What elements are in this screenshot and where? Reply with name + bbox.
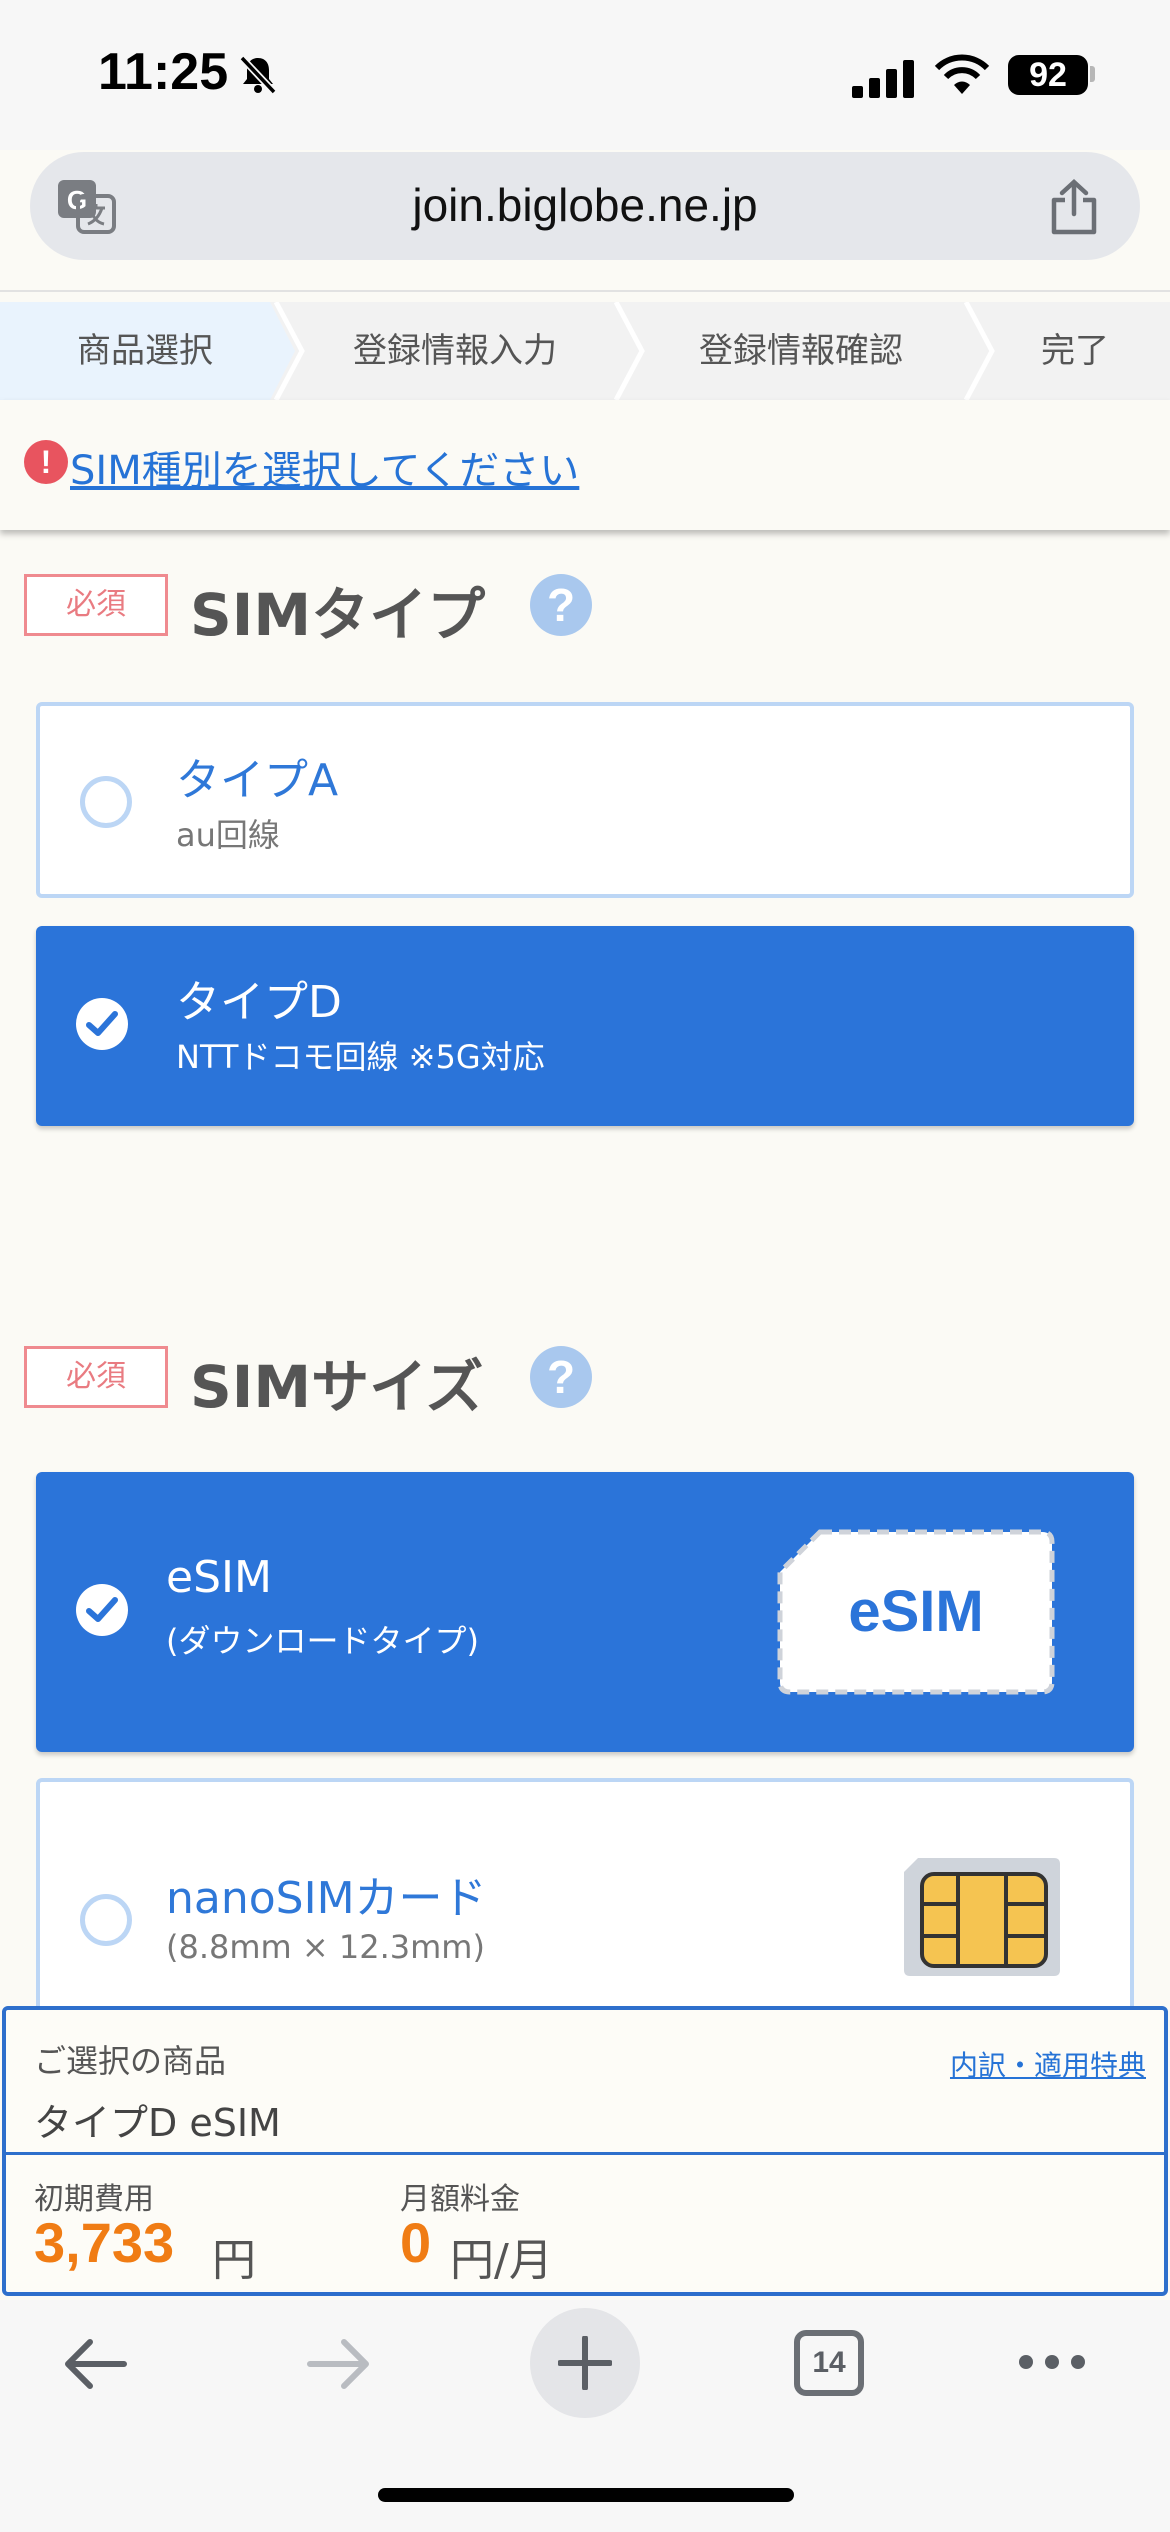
option-title: eSIM <box>166 1552 272 1603</box>
summary-label: ご選択の商品 <box>34 2042 227 2080</box>
step-product-select: 商品選択 <box>77 331 213 371</box>
bell-slash-icon <box>239 55 277 95</box>
required-badge: 必須 <box>24 574 168 636</box>
status-bar: 11:25 92 G join.biglobe.ne.jp <box>0 0 1170 260</box>
share-icon[interactable] <box>1048 178 1100 236</box>
selected-product: タイプD eSIM <box>34 2101 281 2145</box>
step-registration-confirm: 登録情報確認 <box>699 331 903 371</box>
home-indicator <box>378 2488 794 2502</box>
divider <box>0 290 1170 292</box>
step-registration-input: 登録情報入力 <box>353 331 557 371</box>
tabs-button[interactable]: 14 <box>794 2330 864 2396</box>
required-badge: 必須 <box>24 1346 168 1408</box>
error-link[interactable]: SIM種別を選択してください <box>70 438 579 496</box>
help-icon[interactable]: ? <box>530 574 592 636</box>
divider <box>6 2152 1164 2155</box>
option-subtitle: au回線 <box>176 816 280 854</box>
sim-chip-icon <box>904 1858 1060 1976</box>
option-title: タイプD <box>176 977 342 1028</box>
url-text[interactable]: join.biglobe.ne.jp <box>30 178 1140 232</box>
option-title: タイプA <box>176 755 339 806</box>
battery-indicator: 92 <box>1008 55 1088 95</box>
battery-tip <box>1090 66 1095 82</box>
sim-size-title: SIMサイズ <box>190 1353 484 1421</box>
back-arrow-icon[interactable] <box>60 2334 130 2394</box>
error-banner: ! SIM種別を選択してください <box>0 400 1170 530</box>
radio-checked-icon[interactable] <box>76 1584 128 1636</box>
option-esim[interactable]: eSIM (ダウンロードタイプ) eSIM <box>36 1472 1134 1752</box>
step-chevron <box>963 302 995 400</box>
option-subtitle: (8.8mm × 12.3mm) <box>166 1928 485 1966</box>
option-type-d[interactable]: タイプD NTTドコモ回線 ※5G対応 <box>36 926 1134 1126</box>
help-icon[interactable]: ? <box>530 1346 592 1408</box>
sim-type-title: SIMタイプ <box>190 581 486 649</box>
option-nanosim[interactable]: nanoSIMカード (8.8mm × 12.3mm) <box>36 1778 1134 2018</box>
wifi-icon <box>934 54 990 94</box>
error-icon: ! <box>24 440 68 484</box>
address-bar[interactable]: G join.biglobe.ne.jp <box>30 152 1140 260</box>
esim-label: eSIM <box>848 1579 984 1644</box>
initial-fee-unit: 円 <box>212 2235 256 2286</box>
new-tab-button[interactable] <box>530 2308 640 2418</box>
option-subtitle: (ダウンロードタイプ) <box>166 1622 479 1660</box>
order-summary: ご選択の商品 内訳・適用特典 タイプD eSIM 初期費用 3,733 円 月額… <box>2 2006 1168 2296</box>
monthly-fee-value: 0 <box>400 2211 432 2274</box>
progress-steps: 商品選択 登録情報入力 登録情報確認 完了 <box>0 302 1170 400</box>
radio-unchecked-icon[interactable] <box>80 776 132 828</box>
option-subtitle: NTTドコモ回線 ※5G対応 <box>176 1038 545 1076</box>
radio-unchecked-icon[interactable] <box>80 1894 132 1946</box>
plus-icon <box>558 2336 612 2390</box>
option-type-a[interactable]: タイプA au回線 <box>36 702 1134 898</box>
option-title: nanoSIMカード <box>166 1873 487 1924</box>
forward-arrow-icon[interactable] <box>304 2334 374 2394</box>
status-time: 11:25 <box>98 43 229 101</box>
cellular-signal-icon <box>852 60 914 98</box>
breakdown-link[interactable]: 内訳・適用特典 <box>950 2044 1146 2084</box>
step-complete: 完了 <box>1041 331 1109 371</box>
initial-fee-value: 3,733 <box>34 2211 175 2274</box>
monthly-fee-unit: 円/月 <box>450 2235 553 2286</box>
more-icon[interactable] <box>1016 2350 1088 2374</box>
radio-checked-icon[interactable] <box>76 998 128 1050</box>
